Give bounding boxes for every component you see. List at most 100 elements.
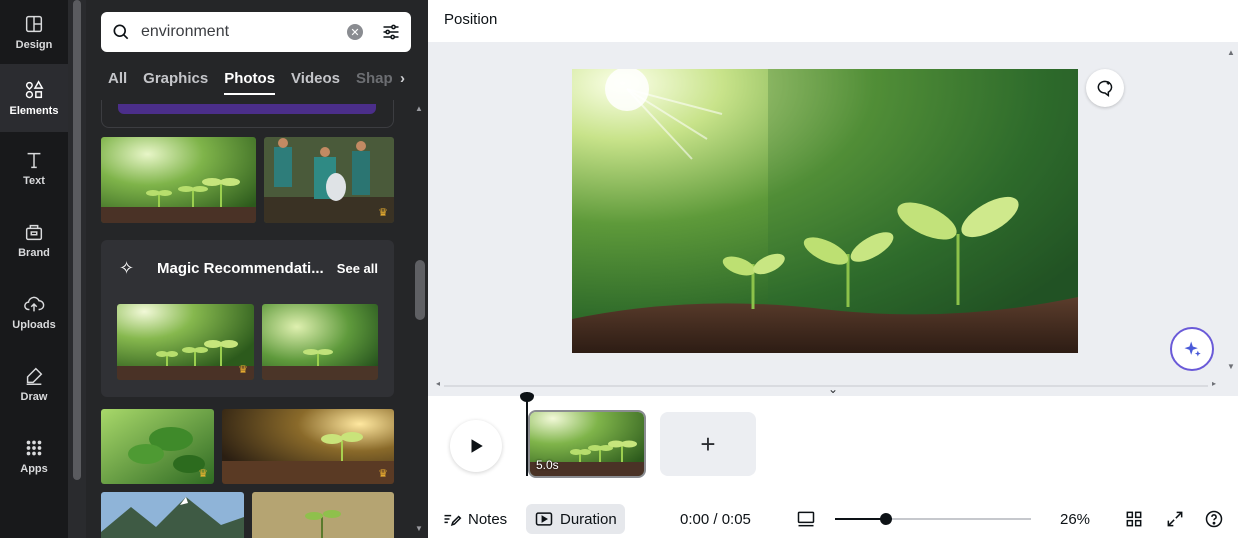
chevron-down-icon[interactable]: ⌄ [828,382,838,396]
panel-scroll-thumb[interactable] [415,260,425,320]
zoom-value: 26% [1060,510,1091,528]
scroll-up-arrow-icon[interactable]: ▲ [1227,48,1235,57]
help-button[interactable] [1204,500,1224,538]
clip-duration: 5.0s [536,458,559,472]
leaves-photo-image [101,409,214,484]
sparkle-icon: ✧ [119,258,135,278]
comment-icon [1097,80,1113,97]
canvas-h-scrollbar[interactable]: ◂ ▸ [436,379,1216,390]
timeline-clip[interactable]: 5.0s [528,410,646,478]
zoom-slider-knob[interactable] [880,513,892,525]
photo-volunteers[interactable]: ♛ [264,137,394,223]
magic-assistant-button[interactable] [1170,327,1214,371]
premium-crown-icon: ♛ [238,364,248,376]
page-view-icon [797,511,815,527]
scroll-up-arrow-icon[interactable]: ▲ [415,104,423,113]
playhead[interactable] [520,392,534,476]
volunteers-photo-image [264,137,394,223]
rail-label: Design [15,39,53,51]
rail-label: Uploads [12,319,56,331]
page-view-button[interactable] [796,500,816,538]
duration-icon [535,512,553,526]
elements-icon [25,80,44,99]
photo-sprout-light[interactable]: ♛ [222,409,394,484]
notes-button[interactable]: Notes [442,500,507,538]
photo-sprouts[interactable] [101,137,256,223]
rail-item-text[interactable]: Text [0,136,68,200]
promo-bar[interactable] [118,104,376,114]
grid-view-button[interactable] [1124,500,1144,538]
editor-toolbar: Position [428,0,1238,42]
bottom-bar: Notes Duration 0:00 / 0:05 26% [428,500,1238,538]
scroll-down-arrow-icon[interactable]: ▼ [415,524,423,533]
add-page-button[interactable]: + [660,412,756,476]
expand-icon [1167,511,1183,527]
search-input[interactable]: environment [141,23,347,41]
canvas-v-scrollbar[interactable]: ▲ ▼ [1225,42,1237,396]
rail-item-elements[interactable]: Elements [0,64,68,132]
tab-all[interactable]: All [108,70,127,95]
rail-item-uploads[interactable]: Uploads [0,280,68,344]
rail-label: Draw [20,391,48,403]
grid-icon [1126,511,1142,527]
duration-label: Duration [560,510,617,528]
magic-sparkle-icon [1184,341,1201,357]
scroll-left-arrow-icon[interactable]: ◂ [436,379,440,388]
rail-item-design[interactable]: Design [0,0,68,64]
clear-search-icon[interactable]: ✕ [347,24,363,40]
rail-scroll-thumb[interactable] [73,0,81,480]
duration-button[interactable]: Duration [526,504,625,534]
sprout-light-photo-image [222,409,394,484]
play-button[interactable] [450,420,502,472]
plus-icon: + [700,428,716,459]
zoom-percent[interactable]: 26% [1060,500,1090,538]
rail-item-draw[interactable]: Draw [0,352,68,416]
tab-photos[interactable]: Photos [224,70,275,95]
scroll-down-arrow-icon[interactable]: ▼ [1227,362,1235,371]
premium-crown-icon: ♛ [378,207,388,219]
media-tabs: All Graphics Photos Videos Shap › [108,70,409,95]
scroll-right-arrow-icon[interactable]: ▸ [1212,379,1216,388]
fullscreen-button[interactable] [1165,500,1185,538]
design-page[interactable] [572,69,1078,353]
magic-photo-2[interactable] [262,304,378,380]
left-rail: Design Elements Text Brand Uploads Draw … [0,0,68,538]
filter-icon[interactable] [381,22,401,42]
play-icon [471,439,483,453]
rail-item-apps[interactable]: Apps [0,424,68,488]
rail-label: Apps [20,463,48,475]
add-comment-button[interactable] [1086,69,1124,107]
photo-hand-seedling[interactable] [252,492,394,538]
seedlings-artwork [572,69,1078,353]
position-button[interactable]: Position [444,11,497,28]
photo-leaves[interactable]: ♛ [101,409,214,484]
search-box[interactable]: environment ✕ [101,12,411,52]
text-icon [27,152,41,169]
tab-shapes[interactable]: Shap [356,70,393,95]
rail-item-brand[interactable]: Brand [0,208,68,272]
design-icon [25,15,43,33]
notes-label: Notes [468,510,508,528]
zoom-slider-fill [835,518,886,520]
tab-videos[interactable]: Videos [291,70,340,95]
h-scroll-track[interactable] [444,385,1208,387]
rail-label: Brand [18,247,50,259]
timeline: 5.0s + [428,392,1238,500]
premium-crown-icon: ♛ [198,468,208,480]
magic-photo-2-image [262,304,378,380]
magic-photo-1[interactable]: ♛ [117,304,254,380]
rail-scrollbar[interactable] [68,0,86,538]
rail-label: Elements [9,105,59,117]
photo-mountains[interactable] [101,492,244,538]
see-all-link[interactable]: See all [337,261,378,276]
magic-photo-1-image [117,304,254,380]
premium-crown-icon: ♛ [378,468,388,480]
panel-scrollbar[interactable]: ▲ ▼ [412,100,426,538]
time-text: 0:00 / 0:05 [680,510,751,528]
tab-graphics[interactable]: Graphics [143,70,208,95]
zoom-slider[interactable] [835,513,1031,525]
uploads-icon [24,296,45,312]
chevron-right-icon[interactable]: › [400,70,405,87]
help-icon [1205,510,1223,528]
magic-title: Magic Recommendati... [157,260,324,277]
